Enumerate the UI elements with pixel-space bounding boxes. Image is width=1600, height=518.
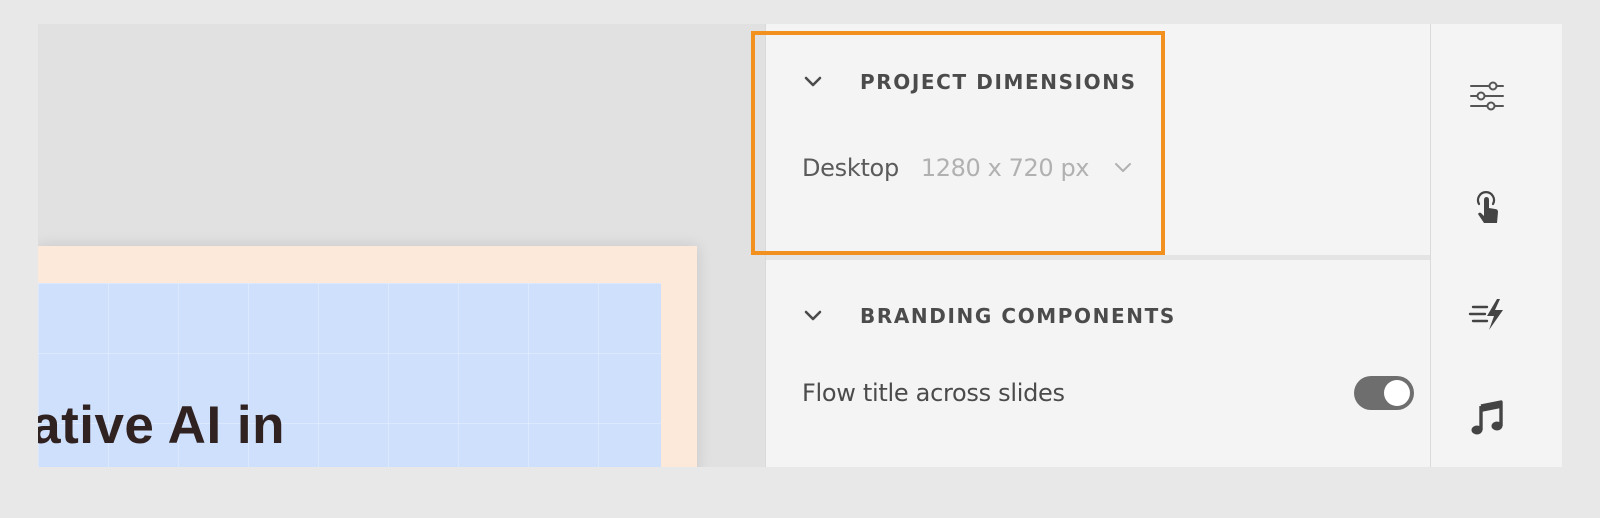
slide-frame[interactable]: erative AI in xyxy=(38,246,697,467)
flow-title-row: Flow title across slides xyxy=(802,376,1414,410)
app-screen: erative AI in PROJECT DIMENSIONS Desktop… xyxy=(38,24,1562,467)
toggle-knob xyxy=(1384,380,1410,406)
flow-title-toggle[interactable] xyxy=(1354,376,1414,410)
slide-content-area[interactable]: erative AI in xyxy=(38,283,661,467)
properties-panel: PROJECT DIMENSIONS Desktop 1280 x 720 px… xyxy=(765,24,1446,467)
dimensions-value[interactable]: 1280 x 720 px xyxy=(921,154,1090,182)
device-label: Desktop xyxy=(802,154,899,182)
interaction-touch-icon[interactable] xyxy=(1467,188,1507,228)
animations-tab[interactable] xyxy=(1465,292,1509,336)
dimensions-dropdown[interactable]: 1280 x 720 px xyxy=(921,154,1135,182)
project-dimensions-section: PROJECT DIMENSIONS Desktop 1280 x 720 px xyxy=(766,24,1446,255)
audio-tab[interactable] xyxy=(1465,396,1509,440)
dimensions-row: Desktop 1280 x 720 px xyxy=(802,154,1135,182)
interactions-tab[interactable] xyxy=(1465,186,1509,230)
branding-components-section: BRANDING COMPONENTS xyxy=(766,260,1446,467)
project-dimensions-title: PROJECT DIMENSIONS xyxy=(860,70,1137,94)
chevron-down-icon[interactable] xyxy=(1111,156,1135,180)
chevron-down-icon[interactable] xyxy=(802,305,824,327)
properties-tab[interactable] xyxy=(1465,74,1509,118)
animation-effects-icon[interactable] xyxy=(1467,294,1507,334)
slide-canvas[interactable]: erative AI in xyxy=(38,24,765,467)
right-icon-rail xyxy=(1430,24,1562,467)
branding-components-header[interactable]: BRANDING COMPONENTS xyxy=(802,304,1176,328)
branding-components-title: BRANDING COMPONENTS xyxy=(860,304,1176,328)
flow-title-label: Flow title across slides xyxy=(802,379,1065,407)
project-dimensions-header[interactable]: PROJECT DIMENSIONS xyxy=(802,70,1137,94)
properties-sliders-icon[interactable] xyxy=(1467,76,1507,116)
slide-title-text[interactable]: erative AI in xyxy=(38,395,285,456)
chevron-down-icon[interactable] xyxy=(802,71,824,93)
audio-music-icon[interactable] xyxy=(1467,398,1507,438)
